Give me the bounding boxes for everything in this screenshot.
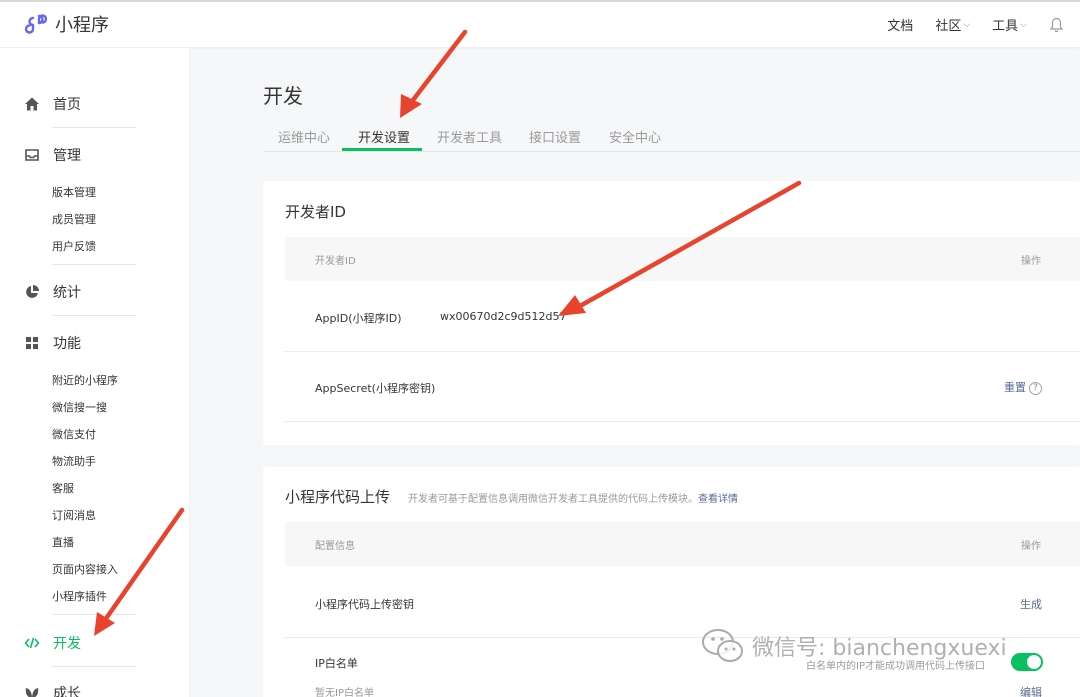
watermark-text: 微信号: bianchengxuexi bbox=[752, 636, 1007, 661]
page-title: 开发 bbox=[263, 84, 303, 108]
sidebar-item-dev[interactable]: 开发 bbox=[24, 633, 81, 653]
sidebar-subitem-logistics[interactable]: 物流助手 bbox=[52, 453, 96, 469]
reset-label: 重置 bbox=[1004, 381, 1026, 394]
divider bbox=[52, 614, 136, 615]
upload-key-label: 小程序代码上传密钥 bbox=[315, 598, 414, 611]
inbox-icon bbox=[24, 147, 40, 163]
appid-value: wx00670d2c9d512d57 bbox=[440, 310, 567, 323]
nav-docs[interactable]: 文档 bbox=[887, 15, 913, 34]
sidebar-subitem-pay[interactable]: 微信支付 bbox=[52, 426, 96, 442]
tab-dev-tools[interactable]: 开发者工具 bbox=[437, 127, 502, 146]
sidebar-subitem-subscribe[interactable]: 订阅消息 bbox=[52, 507, 96, 523]
grid-icon bbox=[24, 335, 40, 351]
sidebar-item-growth[interactable]: 成长 bbox=[24, 683, 81, 697]
description-text: 开发者可基于配置信息调用微信开发者工具提供的代码上传模块。 bbox=[408, 494, 698, 505]
appid-label: AppID(小程序ID) bbox=[315, 312, 402, 325]
wechat-icon bbox=[702, 629, 743, 662]
table-header: 开发者ID 操作 bbox=[285, 237, 1080, 281]
sidebar-subitem-plugin[interactable]: 小程序插件 bbox=[52, 588, 107, 604]
developer-id-card: 开发者ID 开发者ID 操作 AppID(小程序ID) wx00670d2c9d… bbox=[263, 181, 1080, 445]
sidebar-item-label: 统计 bbox=[53, 285, 81, 301]
column-header: 配置信息 bbox=[315, 541, 355, 552]
sidebar-item-label: 首页 bbox=[53, 97, 81, 113]
app-logo[interactable]: 小程序 bbox=[24, 11, 109, 37]
divider bbox=[285, 351, 1080, 352]
card-title: 小程序代码上传 bbox=[285, 488, 391, 506]
chevron-down-icon: ⌵ bbox=[1020, 19, 1027, 30]
nav-docs-label: 文档 bbox=[887, 19, 914, 34]
sidebar-item-label: 成长 bbox=[53, 686, 81, 697]
tab-ops[interactable]: 运维中心 bbox=[278, 127, 330, 146]
home-icon bbox=[24, 96, 40, 112]
sidebar-subitem-versions[interactable]: 版本管理 bbox=[52, 184, 96, 200]
top-bar: 小程序 文档 社区 ⌵ 工具 ⌵ bbox=[0, 0, 1080, 47]
sidebar-subitem-members[interactable]: 成员管理 bbox=[52, 211, 96, 227]
column-header: 操作 bbox=[1021, 256, 1041, 267]
column-header: 开发者ID bbox=[315, 256, 356, 267]
sidebar-item-features[interactable]: 功能 bbox=[24, 333, 81, 353]
card-title: 开发者ID bbox=[285, 203, 346, 221]
column-header: 操作 bbox=[1021, 541, 1041, 552]
generate-key-button[interactable]: 生成 bbox=[1020, 596, 1042, 612]
pie-chart-icon bbox=[24, 284, 40, 300]
nav-community-label: 社区 bbox=[935, 19, 962, 34]
divider bbox=[52, 666, 136, 667]
nav-community[interactable]: 社区 ⌵ bbox=[935, 15, 970, 34]
sidebar: 首页 管理 版本管理 成员管理 用户反馈 统计 功能 附近的小程序 微信搜一搜 … bbox=[0, 48, 190, 697]
sidebar-item-manage[interactable]: 管理 bbox=[24, 145, 81, 165]
view-details-link[interactable]: 查看详情 bbox=[698, 494, 738, 505]
sidebar-item-label: 功能 bbox=[53, 336, 81, 352]
active-tab-indicator bbox=[342, 148, 422, 151]
ip-whitelist-label: IP白名单 bbox=[315, 657, 358, 670]
divider bbox=[285, 421, 1080, 422]
tab-dev-settings[interactable]: 开发设置 bbox=[358, 127, 410, 146]
sidebar-subitem-live[interactable]: 直播 bbox=[52, 534, 74, 550]
help-icon[interactable]: ? bbox=[1029, 381, 1042, 395]
sidebar-subitem-content[interactable]: 页面内容接入 bbox=[52, 561, 118, 577]
nav-tools[interactable]: 工具 ⌵ bbox=[992, 15, 1027, 34]
nav-tools-label: 工具 bbox=[992, 19, 1019, 34]
sidebar-subitem-nearby[interactable]: 附近的小程序 bbox=[52, 372, 118, 388]
code-icon bbox=[24, 635, 40, 651]
ip-whitelist-empty: 暂无IP白名单 bbox=[315, 688, 374, 697]
watermark: 微信号: bianchengxuexi bbox=[700, 626, 1007, 666]
sidebar-item-home[interactable]: 首页 bbox=[24, 94, 81, 114]
sidebar-subitem-search[interactable]: 微信搜一搜 bbox=[52, 399, 107, 415]
sidebar-item-label: 开发 bbox=[53, 636, 81, 652]
sidebar-item-label: 管理 bbox=[53, 148, 81, 164]
divider bbox=[52, 127, 136, 128]
bell-icon[interactable] bbox=[1049, 17, 1064, 33]
table-header: 配置信息 操作 bbox=[285, 522, 1080, 566]
sidebar-item-stats[interactable]: 统计 bbox=[24, 282, 81, 302]
tab-security[interactable]: 安全中心 bbox=[609, 127, 661, 146]
edit-whitelist-button[interactable]: 编辑 bbox=[1020, 684, 1042, 697]
sidebar-subitem-service[interactable]: 客服 bbox=[52, 480, 74, 496]
app-name: 小程序 bbox=[55, 15, 109, 36]
toggle-knob bbox=[1027, 655, 1041, 669]
tab-api-settings[interactable]: 接口设置 bbox=[529, 127, 581, 146]
chevron-down-icon: ⌵ bbox=[963, 19, 971, 30]
divider bbox=[52, 264, 136, 265]
top-nav: 文档 社区 ⌵ 工具 ⌵ bbox=[887, 15, 1064, 34]
tab-bar: 运维中心 开发设置 开发者工具 接口设置 安全中心 bbox=[263, 118, 1080, 152]
ip-whitelist-toggle[interactable] bbox=[1011, 653, 1043, 671]
appsecret-label: AppSecret(小程序密钥) bbox=[315, 382, 436, 395]
divider bbox=[52, 315, 136, 316]
mini-program-logo-icon bbox=[24, 14, 48, 34]
sidebar-subitem-feedback[interactable]: 用户反馈 bbox=[52, 238, 96, 254]
card-description: 开发者可基于配置信息调用微信开发者工具提供的代码上传模块。查看详情 bbox=[408, 490, 738, 505]
leaf-icon bbox=[24, 685, 40, 697]
reset-secret-button[interactable]: 重置? bbox=[1004, 379, 1042, 395]
